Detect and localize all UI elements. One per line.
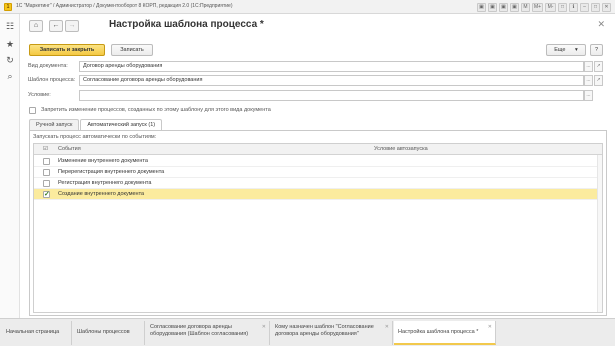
event-name: Регистрация внутреннего документа (58, 180, 152, 186)
window-tab-home[interactable]: Начальная страница (2, 321, 72, 345)
help-button[interactable]: ? (590, 44, 603, 56)
save-and-close-button[interactable]: Записать и закрыть (29, 44, 105, 56)
window-tab-label: Настройка шаблона процесса * (398, 329, 479, 335)
history-icon[interactable]: ↻ (4, 54, 16, 66)
close-window-icon[interactable]: ✕ (602, 2, 611, 12)
template-row: Шаблон процесса: Согласование договора а… (21, 75, 609, 86)
save-button[interactable]: Записать (111, 44, 153, 56)
table-row[interactable]: Изменение внутреннего документа (34, 156, 602, 167)
search-icon[interactable]: ⌕ (4, 70, 16, 82)
table-row[interactable]: Регистрация внутреннего документа (34, 178, 602, 189)
doc-type-label: Вид документа: (28, 63, 68, 69)
window-titlebar: 1 1С "Маркетинг" / Администратор / Докум… (0, 0, 615, 14)
window-title: 1С "Маркетинг" / Администратор / Докумен… (16, 3, 233, 9)
form-header: ⌂ ← → Настройка шаблона процесса * ✕ (21, 14, 609, 38)
process-template-form: ⌂ ← → Настройка шаблона процесса * ✕ Зап… (21, 14, 609, 318)
page-title: Настройка шаблона процесса * (109, 19, 264, 30)
titlebar-controls: ▣ ▣ ▣ ▣ M M+ M- □ ℹ – □ ✕ (477, 2, 611, 12)
window-tab-assigned-to[interactable]: Кому назначен шаблон "Согласование догов… (271, 321, 393, 345)
more-button[interactable]: Еще ▾ (546, 44, 586, 56)
template-label: Шаблон процесса: (28, 77, 76, 83)
command-bar: Записать и закрыть Записать Еще ▾ ? (21, 44, 609, 58)
template-select-button[interactable]: ... (584, 75, 593, 86)
doc-type-open-icon[interactable]: ↗ (594, 61, 603, 72)
events-table: ☑ События Условие автозапуска Изменение … (33, 143, 603, 313)
maximize-icon[interactable]: □ (591, 2, 600, 12)
condition-label: Условие: (28, 92, 51, 98)
app-logo-icon: 1 (4, 3, 12, 11)
table-row[interactable]: Перерегистрация внутреннего документа (34, 167, 602, 178)
window-tab-label: Кому назначен шаблон "Согласование догов… (275, 324, 374, 337)
window-tab-label: Шаблоны процессов (77, 329, 130, 335)
check-all-icon[interactable]: ☑ (43, 146, 48, 152)
event-name: Перерегистрация внутреннего документа (58, 169, 165, 175)
minimize-icon[interactable]: – (580, 2, 589, 12)
row-checkbox-checked[interactable] (43, 190, 50, 198)
forward-button[interactable]: → (65, 20, 79, 32)
forbid-change-label: Запретить изменение процессов, созданных… (41, 107, 271, 113)
column-header-events[interactable]: События (58, 146, 81, 152)
column-header-condition[interactable]: Условие автозапуска (374, 146, 428, 152)
row-checkbox[interactable] (43, 180, 50, 187)
back-button[interactable]: ← (49, 20, 63, 32)
doc-type-select-button[interactable]: ... (584, 61, 593, 72)
window-tab-label: Начальная страница (6, 329, 60, 335)
sections-panel: ☷ ★ ↻ ⌕ (0, 14, 20, 318)
titlebar-icon-3[interactable]: ▣ (499, 2, 508, 12)
close-tab-icon[interactable]: ✕ (385, 324, 389, 331)
condition-field[interactable] (79, 90, 584, 101)
condition-row: Условие: ... (21, 90, 609, 101)
star-icon[interactable]: ★ (4, 38, 16, 50)
more-label: Еще (554, 47, 566, 53)
window-tab-template-settings[interactable]: Настройка шаблона процесса * ✕ (394, 321, 496, 345)
row-checkbox[interactable] (43, 158, 50, 165)
open-windows-bar: Начальная страница Шаблоны процессов Сог… (0, 318, 615, 346)
chevron-down-icon: ▾ (574, 47, 578, 53)
panel-caption: Запускать процесс автоматически по событ… (33, 134, 157, 140)
template-field[interactable]: Согласование договора аренды оборудовани… (79, 75, 584, 86)
event-name: Создание внутреннего документа (58, 191, 145, 197)
table-header: ☑ События Условие автозапуска (34, 144, 602, 155)
table-row-selected[interactable]: Создание внутреннего документа (34, 189, 602, 200)
window-tab-label: Согласование договора аренды оборудовани… (150, 324, 249, 337)
memory-plus-icon[interactable]: M+ (532, 2, 543, 12)
info-icon[interactable]: ℹ (569, 2, 578, 12)
titlebar-icon-4[interactable]: ▣ (510, 2, 519, 12)
memory-minus-icon[interactable]: M- (545, 2, 556, 12)
window-tab-approval-template[interactable]: Согласование договора аренды оборудовани… (146, 321, 270, 345)
table-scrollbar[interactable] (597, 155, 602, 312)
forbid-change-checkbox[interactable] (29, 107, 36, 114)
condition-select-button[interactable]: ... (584, 90, 593, 101)
titlebar-icon-2[interactable]: ▣ (488, 2, 497, 12)
template-open-icon[interactable]: ↗ (594, 75, 603, 86)
close-tab-icon[interactable]: ✕ (262, 324, 266, 331)
close-tab-icon[interactable]: ✕ (488, 324, 492, 331)
home-button[interactable]: ⌂ (29, 20, 43, 32)
titlebar-icon-1[interactable]: ▣ (477, 2, 486, 12)
close-icon[interactable]: ✕ (597, 19, 605, 30)
grid-icon[interactable]: ☷ (4, 20, 16, 32)
doc-type-field[interactable]: Договор аренды оборудования (79, 61, 584, 72)
row-checkbox[interactable] (43, 169, 50, 176)
window-list-icon[interactable]: □ (558, 2, 567, 12)
auto-launch-panel: Запускать процесс автоматически по событ… (29, 130, 607, 316)
event-name: Изменение внутреннего документа (58, 158, 148, 164)
window-tab-templates[interactable]: Шаблоны процессов (73, 321, 145, 345)
memory-icon[interactable]: M (521, 2, 530, 12)
doc-type-row: Вид документа: Договор аренды оборудован… (21, 61, 609, 72)
